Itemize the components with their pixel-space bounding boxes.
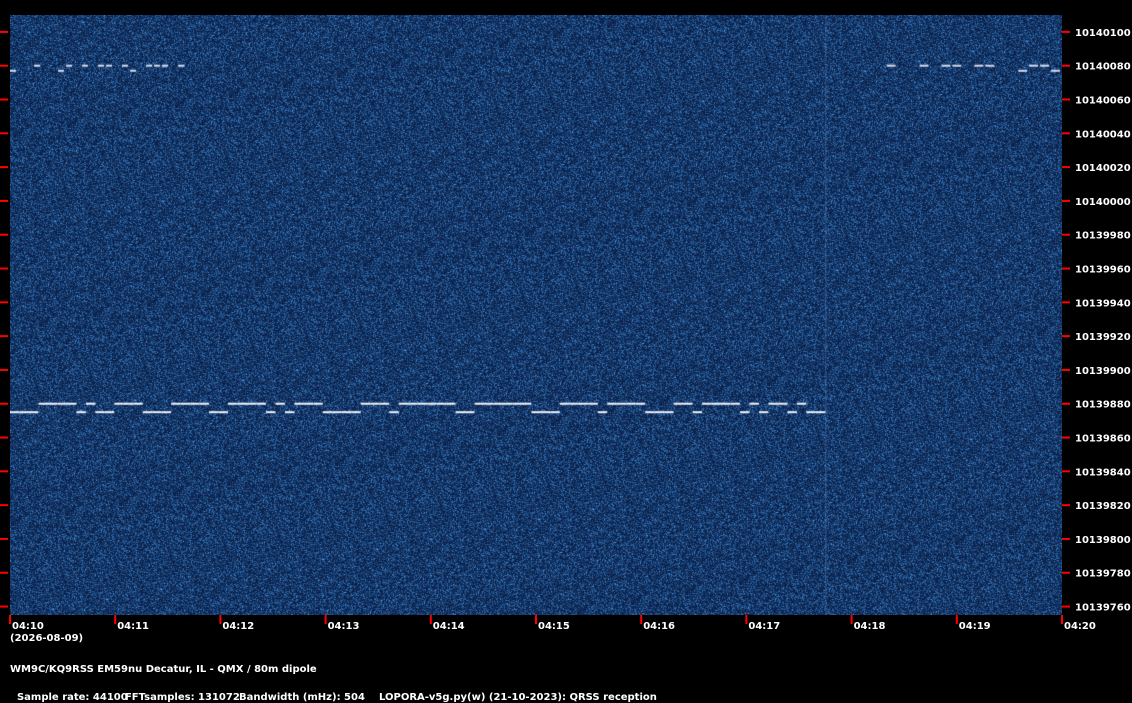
x-tick-label: 04:12 xyxy=(222,621,254,632)
capture-info: Sample rate: 44100FFTsamples: 131072Band… xyxy=(10,681,657,703)
y-tick-label: 10139860 xyxy=(1075,434,1131,445)
y-tick-label: 10139820 xyxy=(1075,501,1131,512)
date-label: (2026-08-09) xyxy=(10,633,83,644)
y-tick-label: 10139940 xyxy=(1075,298,1131,309)
y-tick-label: 10139900 xyxy=(1075,366,1131,377)
y-tick-label: 10139760 xyxy=(1075,603,1131,614)
x-tick-label: 04:15 xyxy=(538,621,570,632)
station-title: WM9C/KQ9RSS EM59nu Decatur, IL - QMX / 8… xyxy=(10,664,317,675)
y-tick-label: 10139960 xyxy=(1075,265,1131,276)
sample-rate: Sample rate: 44100 xyxy=(16,692,128,703)
y-tick-label: 10139920 xyxy=(1075,332,1131,343)
y-tick-label: 10139780 xyxy=(1075,569,1131,580)
x-tick-label: 04:19 xyxy=(959,621,991,632)
x-tick-label: 04:14 xyxy=(433,621,465,632)
x-tick-label: 04:20 xyxy=(1064,621,1096,632)
y-tick-label: 10140040 xyxy=(1075,129,1131,140)
x-tick-label: 04:10 xyxy=(12,621,44,632)
fft-samples: FFTsamples: 131072 xyxy=(124,692,240,703)
x-tick-label: 04:18 xyxy=(854,621,886,632)
chart-axes: 10140100 10140080 10140060 10140040 10140020… xyxy=(0,28,1131,644)
x-tick-label: 04:11 xyxy=(117,621,149,632)
y-tick-label: 10140060 xyxy=(1075,96,1131,107)
y-tick-label: 10139800 xyxy=(1075,535,1131,546)
software-version: LOPORA-v5g.py(w) (21-10-2023): QRSS rece… xyxy=(378,692,657,703)
bandwidth: Bandwidth (mHz): 504 xyxy=(238,692,365,703)
x-tick-label: 04:16 xyxy=(643,621,675,632)
spectrogram-chart: 10140100 10140080 10140060 10140040 10140020… xyxy=(0,0,1132,697)
y-tick-label: 10140020 xyxy=(1075,163,1131,174)
y-tick-label: 10140000 xyxy=(1075,197,1131,208)
x-tick-label: 04:17 xyxy=(748,621,780,632)
y-tick-label: 10139880 xyxy=(1075,400,1131,411)
y-axis: 10140100 10140080 10140060 10140040 10140020… xyxy=(0,28,1131,614)
y-tick-label: 10139840 xyxy=(1075,467,1131,478)
y-tick-label: 10140080 xyxy=(1075,62,1131,73)
y-tick-label: 10140100 xyxy=(1075,28,1131,39)
x-axis: 04:10 04:11 04:12 04:13 04:14 04:15 04:16 04:17… xyxy=(9,615,1096,632)
y-tick-label: 10139980 xyxy=(1075,231,1131,242)
x-tick-label: 04:13 xyxy=(328,621,360,632)
